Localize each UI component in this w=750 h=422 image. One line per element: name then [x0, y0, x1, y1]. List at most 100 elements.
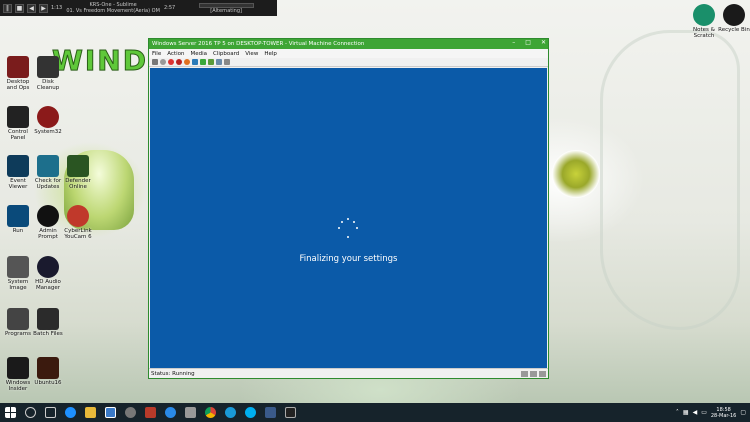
search-taskbar-button[interactable]: [20, 403, 40, 422]
taskbar-explorer[interactable]: [80, 403, 100, 422]
task-view-button[interactable]: [40, 403, 60, 422]
vm-window-title: Windows Server 2016 TP 5 on DESKTOP-TOWE…: [152, 41, 365, 47]
checkpoint-icon[interactable]: [208, 59, 214, 65]
start-icon[interactable]: [160, 59, 166, 65]
enhanced-session-icon[interactable]: [224, 59, 230, 65]
taskbar-chrome[interactable]: [200, 403, 220, 422]
save-state-icon[interactable]: [184, 59, 190, 65]
desktop-icon-defrag[interactable]: Desktop and Ops: [2, 56, 34, 91]
keyboard-icon: [521, 370, 528, 377]
volume-icon[interactable]: ◀: [693, 409, 698, 416]
show-hidden-icons[interactable]: ˄: [676, 409, 679, 416]
menu-view[interactable]: View: [245, 51, 258, 57]
minimize-button[interactable]: –: [512, 39, 515, 46]
hyperv-icon: [104, 407, 116, 418]
taskbar-cortana[interactable]: [60, 403, 80, 422]
desktop-icon-admin-prompt[interactable]: Admin Prompt: [32, 205, 64, 240]
time-right: 2:57: [164, 5, 176, 11]
programs-icon: [7, 308, 29, 330]
taskbar-windows-app[interactable]: [280, 403, 300, 422]
menu-file[interactable]: File: [152, 51, 161, 57]
vm-connection-window: Windows Server 2016 TP 5 on DESKTOP-TOWE…: [148, 38, 549, 379]
taskbar-mail[interactable]: [260, 403, 280, 422]
menu-help[interactable]: Help: [264, 51, 277, 57]
taskbar: ˄ ▦ ◀ ▭ 18:58 28-Mar-16 ▢: [0, 403, 750, 422]
taskbar-media[interactable]: [120, 403, 140, 422]
wallpaper-dragon: [600, 30, 740, 330]
desktop-icon-notes[interactable]: Notes & Scratch: [688, 4, 720, 39]
desktop-icon-system-image[interactable]: System Image: [2, 256, 34, 291]
store-icon: [184, 407, 196, 418]
notifications-icon[interactable]: ▢: [740, 409, 746, 416]
clock[interactable]: 18:58 28-Mar-16: [711, 407, 736, 419]
next-button[interactable]: ▶: [39, 3, 48, 13]
vm-display[interactable]: Finalizing your settings: [150, 68, 547, 369]
menu-media[interactable]: Media: [190, 51, 207, 57]
language-icon[interactable]: ▭: [701, 409, 707, 416]
edge-icon: [164, 407, 176, 418]
ie-icon: [224, 407, 236, 418]
stop-button[interactable]: ■: [15, 3, 24, 13]
pause-button[interactable]: ‖: [3, 3, 12, 13]
desktop-icon-hd-audio[interactable]: HD Audio Manager: [32, 256, 64, 291]
update-icon: [37, 155, 59, 177]
desktop-icon-system32[interactable]: System32: [32, 106, 64, 135]
volume-area[interactable]: [Alternating]: [178, 2, 274, 14]
loading-spinner-icon: [338, 218, 358, 238]
event-viewer-icon: [7, 155, 29, 177]
media-icon: [124, 407, 136, 418]
desktop-icon-event-viewer[interactable]: Event Viewer: [2, 155, 34, 190]
taskbar-edge[interactable]: [160, 403, 180, 422]
track-display: KRS-One - Sublime 01. Vs Freedom Movemen…: [65, 2, 161, 14]
desktop-icon-batch-files[interactable]: Batch Files: [32, 308, 64, 337]
prev-button[interactable]: ◀: [27, 3, 36, 13]
close-button[interactable]: ✕: [541, 39, 546, 46]
desktop-icon-control-panel[interactable]: Control Panel: [2, 106, 34, 141]
folder-icon: [84, 407, 96, 418]
taskbar-store[interactable]: [180, 403, 200, 422]
start-button[interactable]: [0, 403, 20, 422]
windows-logo-icon: [4, 407, 16, 418]
desktop-icon-check-updates[interactable]: Check for Updates: [32, 155, 64, 190]
maximize-button[interactable]: □: [525, 39, 531, 46]
desktop-icon-defender-online[interactable]: Defender Online: [62, 155, 94, 190]
audio-icon: [37, 256, 59, 278]
setup-status-message: Finalizing your settings: [299, 254, 398, 264]
desktop-icon-ubuntu[interactable]: Ubuntu16: [32, 357, 64, 386]
run-icon: [7, 205, 29, 227]
batch-files-icon: [37, 308, 59, 330]
desktop-icon-run[interactable]: Run: [2, 205, 34, 234]
desktop-icon-windows-insider[interactable]: Windows Insider: [2, 357, 34, 392]
desktop-icon-disk-cleanup[interactable]: Disk Cleanup: [32, 56, 64, 91]
pause-icon[interactable]: [192, 59, 198, 65]
youcam-icon: [67, 205, 89, 227]
skype-icon: [244, 407, 256, 418]
chrome-icon: [204, 407, 216, 418]
wallpaper-flower: [552, 150, 600, 198]
desktop-icon-youcam[interactable]: CyberLink YouCam 6: [62, 205, 94, 240]
turn-off-icon[interactable]: [168, 59, 174, 65]
windows-app-icon: [284, 407, 296, 418]
desktop-icon-programs[interactable]: Programs: [2, 308, 34, 337]
defrag-taskbar-icon: [144, 407, 156, 418]
defender-icon: [67, 155, 89, 177]
menu-action[interactable]: Action: [167, 51, 184, 57]
vm-toolbar: [149, 58, 548, 67]
taskbar-ie[interactable]: [220, 403, 240, 422]
network-icon[interactable]: ▦: [683, 409, 689, 416]
usb-icon: [539, 370, 546, 377]
reset-icon[interactable]: [200, 59, 206, 65]
menu-clipboard[interactable]: Clipboard: [213, 51, 239, 57]
recycle-bin-icon: [723, 4, 745, 26]
vm-title-bar[interactable]: Windows Server 2016 TP 5 on DESKTOP-TOWE…: [149, 39, 548, 49]
mail-icon: [264, 407, 276, 418]
ctrl-alt-del-icon[interactable]: [152, 59, 158, 65]
system-tray: ˄ ▦ ◀ ▭ 18:58 28-Mar-16 ▢: [676, 403, 746, 422]
revert-icon[interactable]: [216, 59, 222, 65]
taskbar-skype[interactable]: [240, 403, 260, 422]
taskbar-hyperv[interactable]: [100, 403, 120, 422]
vm-menu-bar: File Action Media Clipboard View Help: [149, 49, 548, 58]
shutdown-icon[interactable]: [176, 59, 182, 65]
taskbar-defrag[interactable]: [140, 403, 160, 422]
desktop-icon-recycle-bin[interactable]: Recycle Bin: [718, 4, 750, 33]
